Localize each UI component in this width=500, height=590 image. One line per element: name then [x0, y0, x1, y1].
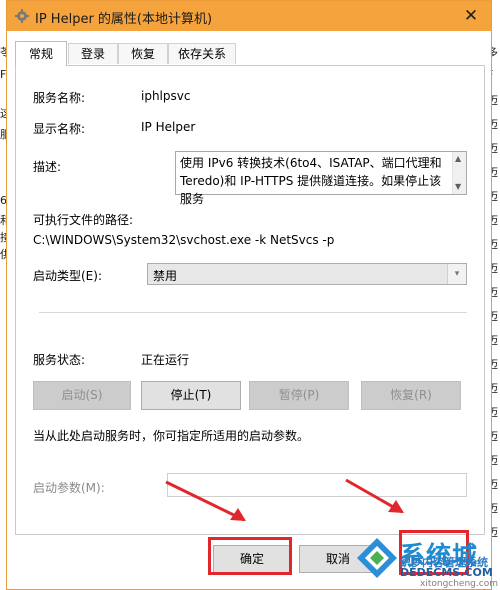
startup-params-hint: 当从此处启动服务时，你可指定所适用的启动参数。 — [33, 429, 310, 443]
window-title: IP Helper 的属性(本地计算机) — [35, 12, 213, 27]
tab-general[interactable]: 常规 — [15, 41, 67, 66]
watermark-logo-icon — [357, 538, 397, 578]
watermark-subtext: DEDECMS.COM — [400, 566, 493, 579]
description-textbox[interactable]: 使用 IPv6 转换技术(6to4、ISATAP、端口代理和 Teredo)和 … — [175, 151, 467, 206]
exec-path-label: 可执行文件的路径: — [33, 213, 134, 227]
description-text: 使用 IPv6 转换技术(6to4、ISATAP、端口代理和 Teredo)和 … — [180, 156, 442, 206]
display-name-label: 显示名称: — [33, 122, 86, 136]
stop-button[interactable]: 停止(T) — [141, 381, 241, 410]
description-scrollbar[interactable]: ▲ ▼ — [452, 152, 466, 194]
startup-type-select[interactable]: 禁用 ▾ — [147, 263, 467, 285]
tab-logon[interactable]: 登录 — [68, 43, 118, 64]
chevron-up-icon[interactable]: ▲ — [455, 154, 461, 163]
general-tab-page — [15, 65, 485, 535]
tab-recovery[interactable]: 恢复 — [118, 43, 168, 64]
highlight-ok-box — [208, 537, 292, 575]
startup-params-input[interactable] — [167, 473, 467, 497]
startup-type-value: 禁用 — [153, 269, 178, 283]
start-button[interactable]: 启动(S) — [33, 381, 131, 410]
description-label: 描述: — [33, 160, 62, 174]
service-properties-dialog: IP Helper 的属性(本地计算机) ✕ 常规 登录 恢复 依存关系 服务名… — [6, 0, 492, 590]
startup-type-label: 启动类型(E): — [33, 269, 102, 283]
resume-button[interactable]: 恢复(R) — [361, 381, 461, 410]
divider — [39, 312, 467, 313]
service-status-value: 正在运行 — [141, 353, 190, 367]
watermark-subtext: xitongcheng.com — [420, 579, 498, 589]
pause-button[interactable]: 暂停(P) — [249, 381, 349, 410]
gear-icon — [15, 9, 29, 23]
chevron-down-icon[interactable]: ▾ — [447, 264, 466, 284]
startup-params-label: 启动参数(M): — [33, 481, 105, 495]
display-name-value: IP Helper — [141, 120, 196, 134]
chevron-down-icon[interactable]: ▼ — [455, 182, 461, 191]
exec-path-value: C:\WINDOWS\System32\svchost.exe -k NetSv… — [33, 233, 335, 247]
service-status-label: 服务状态: — [33, 353, 86, 367]
service-name-value: iphlpsvc — [141, 89, 191, 103]
tab-strip: 常规 登录 恢复 依存关系 — [15, 41, 485, 66]
close-button[interactable]: ✕ — [461, 6, 481, 26]
tab-dependencies[interactable]: 依存关系 — [168, 43, 236, 64]
title-bar[interactable]: IP Helper 的属性(本地计算机) ✕ — [7, 1, 491, 31]
service-name-label: 服务名称: — [33, 91, 86, 105]
